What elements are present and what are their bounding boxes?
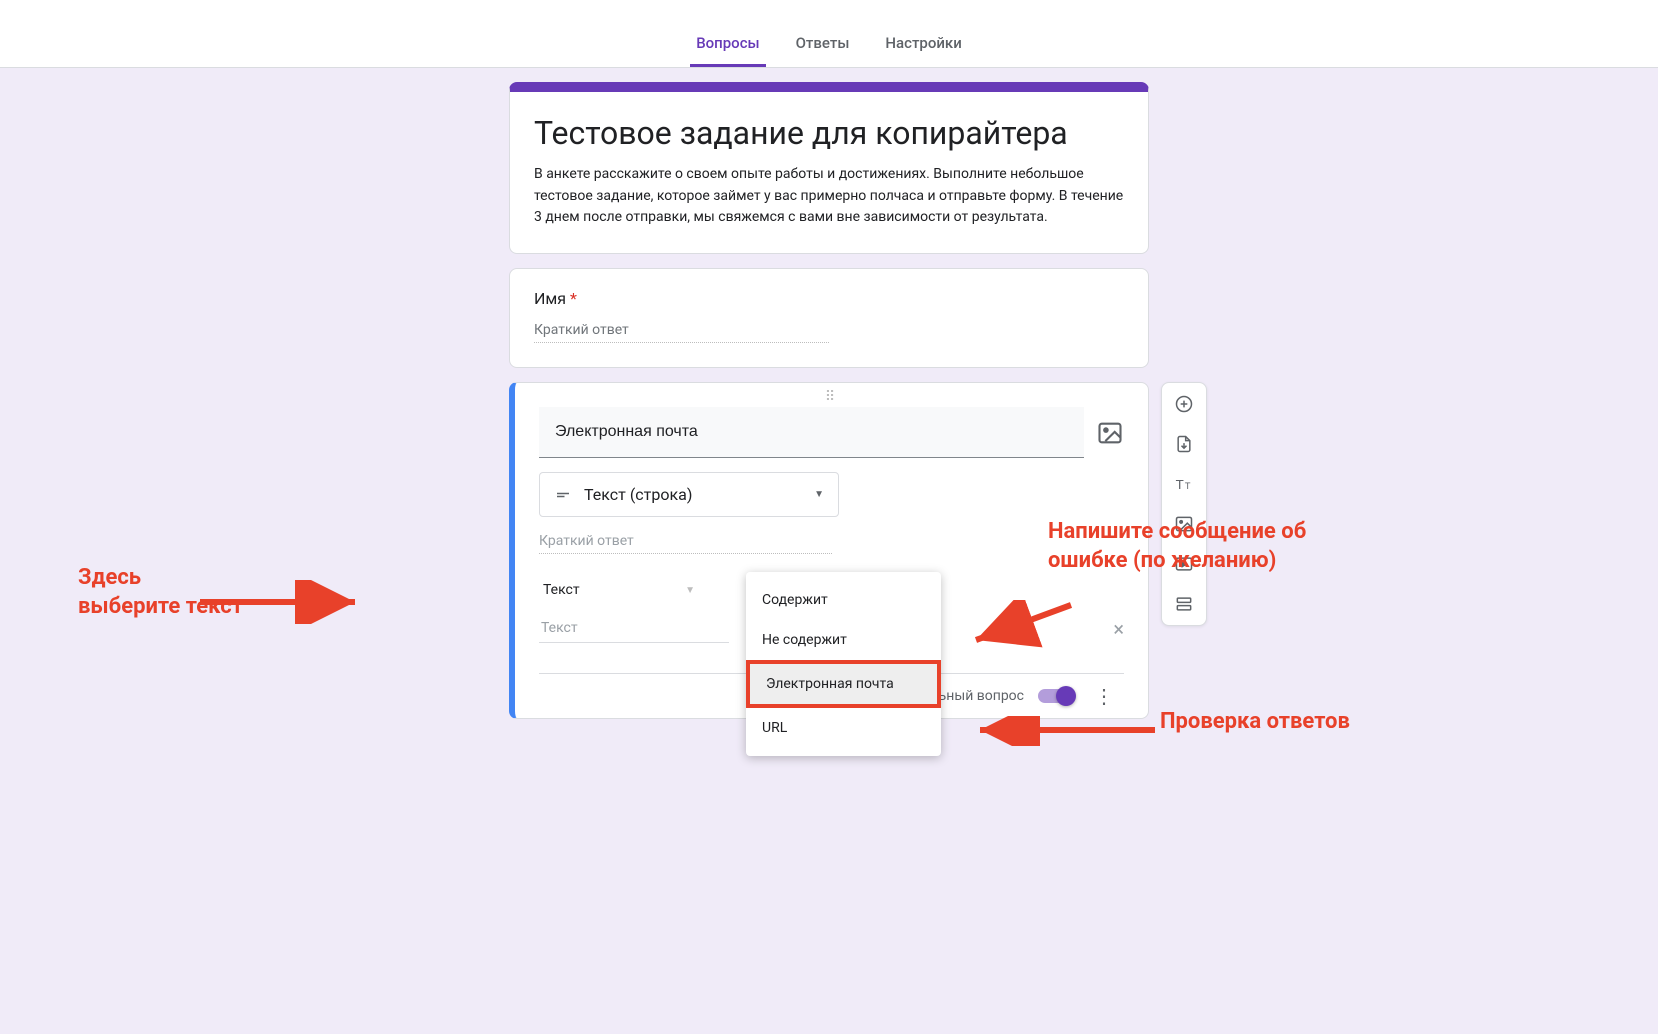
caret-down-icon: ▼ [685, 585, 695, 596]
form-header-card: Тестовое задание для копирайтера В анкет… [509, 82, 1149, 254]
add-question-icon[interactable] [1173, 393, 1195, 415]
import-questions-icon[interactable] [1173, 433, 1195, 455]
validation-condition-menu: Содержит Не содержит Электронная почта U… [746, 572, 941, 756]
svg-text:T: T [1176, 477, 1184, 492]
dropdown-option-url[interactable]: URL [746, 708, 941, 748]
required-indicator: * [570, 289, 577, 308]
question-label-text: Имя [534, 289, 566, 308]
caret-down-icon: ▼ [814, 489, 824, 500]
remove-validation-icon[interactable]: × [1113, 617, 1124, 641]
add-section-icon[interactable] [1173, 593, 1195, 615]
question-type-label: Текст (строка) [584, 485, 692, 504]
form-description[interactable]: В анкете расскажите о своем опыте работы… [534, 164, 1124, 229]
tab-settings[interactable]: Настройки [879, 24, 967, 67]
add-title-icon[interactable]: TT [1173, 473, 1195, 495]
validation-text-input[interactable]: Текст [539, 614, 729, 643]
validation-type-label: Текст [543, 582, 580, 598]
short-text-icon [554, 486, 572, 504]
annotation-right-bottom: Проверка ответов [1160, 708, 1360, 737]
short-answer-placeholder: Краткий ответ [534, 322, 829, 343]
tab-answers[interactable]: Ответы [790, 24, 856, 67]
dropdown-option-email[interactable]: Электронная почта [746, 660, 941, 708]
top-bar: Вопросы Ответы Настройки [0, 0, 1658, 68]
tab-questions[interactable]: Вопросы [690, 24, 765, 67]
annotation-left: Здесь выберите текст [78, 564, 248, 621]
dropdown-option-not-contains[interactable]: Не содержит [746, 620, 941, 660]
annotation-right-top: Напишите сообщение об ошибке (по желанию… [1048, 518, 1348, 575]
required-toggle[interactable] [1038, 689, 1074, 703]
question-type-dropdown[interactable]: Текст (строка) ▼ [539, 472, 839, 517]
question-title-input[interactable] [539, 407, 1084, 458]
dropdown-option-contains[interactable]: Содержит [746, 580, 941, 620]
floating-toolbar: TT [1161, 382, 1207, 626]
short-answer-preview: Краткий ответ [539, 533, 832, 554]
question-card-name[interactable]: Имя * Краткий ответ [509, 268, 1149, 368]
arrow-right-bottom-icon [970, 716, 1160, 746]
question-label: Имя * [534, 289, 1124, 308]
add-image-icon[interactable] [1096, 419, 1124, 447]
tabs: Вопросы Ответы Настройки [690, 24, 968, 67]
more-options-icon[interactable]: ⋮ [1088, 684, 1120, 708]
validation-type-dropdown[interactable]: Текст ▼ [539, 576, 699, 604]
form-title[interactable]: Тестовое задание для копирайтера [534, 114, 1124, 152]
svg-text:T: T [1185, 481, 1191, 491]
drag-handle-icon[interactable]: ⠿ [515, 383, 1148, 407]
